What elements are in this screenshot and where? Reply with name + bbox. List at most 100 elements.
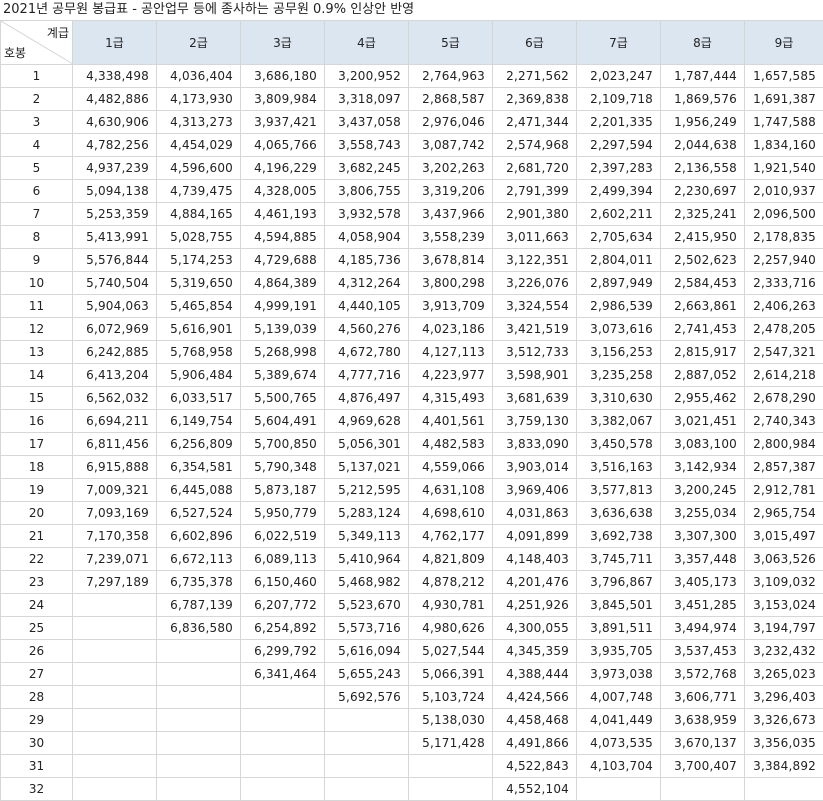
- salary-cell: 5,212,595: [325, 479, 409, 502]
- salary-cell: 4,884,165: [157, 203, 241, 226]
- empty-cell: [73, 778, 157, 801]
- table-row: 227,239,0716,672,1136,089,1135,410,9644,…: [1, 548, 823, 571]
- salary-cell: 2,201,335: [577, 111, 661, 134]
- step-cell: 7: [1, 203, 73, 226]
- empty-cell: [157, 709, 241, 732]
- salary-cell: 4,698,610: [409, 502, 493, 525]
- salary-cell: 3,356,035: [745, 732, 823, 755]
- salary-cell: 4,596,600: [157, 157, 241, 180]
- salary-cell: 2,868,587: [409, 88, 493, 111]
- salary-cell: 3,891,511: [577, 617, 661, 640]
- salary-cell: 5,468,982: [325, 571, 409, 594]
- salary-cell: 5,790,348: [241, 456, 325, 479]
- table-row: 146,413,2045,906,4845,389,6744,777,7164,…: [1, 364, 823, 387]
- salary-cell: 3,142,934: [661, 456, 745, 479]
- salary-cell: 4,864,389: [241, 272, 325, 295]
- salary-cell: 4,251,926: [493, 594, 577, 617]
- salary-cell: 4,073,535: [577, 732, 661, 755]
- empty-cell: [157, 663, 241, 686]
- salary-cell: 6,256,809: [157, 433, 241, 456]
- salary-cell: 4,036,404: [157, 65, 241, 88]
- salary-cell: 2,857,387: [745, 456, 823, 479]
- salary-cell: 7,297,189: [73, 571, 157, 594]
- salary-cell: 2,044,638: [661, 134, 745, 157]
- salary-cell: 5,500,765: [241, 387, 325, 410]
- step-cell: 5: [1, 157, 73, 180]
- empty-cell: [325, 778, 409, 801]
- salary-cell: 2,178,835: [745, 226, 823, 249]
- salary-cell: 4,007,748: [577, 686, 661, 709]
- table-row: 295,138,0304,458,4684,041,4493,638,9593,…: [1, 709, 823, 732]
- empty-cell: [661, 778, 745, 801]
- salary-cell: 3,384,892: [745, 755, 823, 778]
- empty-cell: [241, 709, 325, 732]
- step-cell: 2: [1, 88, 73, 111]
- salary-cell: 2,499,394: [577, 180, 661, 203]
- salary-cell: 3,937,421: [241, 111, 325, 134]
- salary-cell: 5,655,243: [325, 663, 409, 686]
- salary-cell: 6,787,139: [157, 594, 241, 617]
- corner-header: 계급 호봉: [1, 21, 73, 65]
- salary-cell: 6,445,088: [157, 479, 241, 502]
- salary-cell: 6,150,460: [241, 571, 325, 594]
- salary-cell: 4,127,113: [409, 341, 493, 364]
- salary-cell: 5,465,854: [157, 295, 241, 318]
- salary-cell: 4,937,239: [73, 157, 157, 180]
- salary-cell: 1,747,588: [745, 111, 823, 134]
- salary-cell: 3,307,300: [661, 525, 745, 548]
- salary-cell: 2,406,263: [745, 295, 823, 318]
- salary-cell: 1,956,249: [661, 111, 745, 134]
- step-cell: 25: [1, 617, 73, 640]
- salary-cell: 6,254,892: [241, 617, 325, 640]
- empty-cell: [73, 686, 157, 709]
- salary-cell: 3,265,023: [745, 663, 823, 686]
- salary-cell: 2,010,937: [745, 180, 823, 203]
- salary-cell: 1,657,585: [745, 65, 823, 88]
- step-cell: 1: [1, 65, 73, 88]
- salary-cell: 3,833,090: [493, 433, 577, 456]
- salary-cell: 5,616,901: [157, 318, 241, 341]
- step-cell: 4: [1, 134, 73, 157]
- salary-cell: 2,663,861: [661, 295, 745, 318]
- salary-cell: 6,602,896: [157, 525, 241, 548]
- table-row: 65,094,1384,739,4754,328,0053,806,7553,3…: [1, 180, 823, 203]
- table-row: 207,093,1696,527,5245,950,7795,283,1244,…: [1, 502, 823, 525]
- empty-cell: [241, 778, 325, 801]
- salary-cell: 3,255,034: [661, 502, 745, 525]
- salary-cell: 3,194,797: [745, 617, 823, 640]
- salary-cell: 4,454,029: [157, 134, 241, 157]
- salary-cell: 2,415,950: [661, 226, 745, 249]
- salary-cell: 6,022,519: [241, 525, 325, 548]
- salary-cell: 3,903,014: [493, 456, 577, 479]
- salary-cell: 5,349,113: [325, 525, 409, 548]
- header-row: 계급 호봉 1급2급3급4급5급6급7급8급9급: [1, 21, 823, 65]
- salary-cell: 4,560,276: [325, 318, 409, 341]
- salary-cell: 2,602,211: [577, 203, 661, 226]
- salary-cell: 3,572,768: [661, 663, 745, 686]
- salary-cell: 2,764,963: [409, 65, 493, 88]
- salary-cell: 5,523,670: [325, 594, 409, 617]
- salary-cell: 5,139,039: [241, 318, 325, 341]
- salary-cell: 3,796,867: [577, 571, 661, 594]
- salary-cell: 3,682,245: [325, 157, 409, 180]
- salary-cell: 5,700,850: [241, 433, 325, 456]
- salary-cell: 2,804,011: [577, 249, 661, 272]
- salary-cell: 3,202,263: [409, 157, 493, 180]
- salary-cell: 7,239,071: [73, 548, 157, 571]
- empty-cell: [241, 755, 325, 778]
- step-cell: 26: [1, 640, 73, 663]
- salary-cell: 4,196,229: [241, 157, 325, 180]
- salary-cell: 1,869,576: [661, 88, 745, 111]
- salary-cell: 5,692,576: [325, 686, 409, 709]
- salary-cell: 3,437,058: [325, 111, 409, 134]
- salary-cell: 3,319,206: [409, 180, 493, 203]
- empty-cell: [577, 778, 661, 801]
- salary-cell: 2,397,283: [577, 157, 661, 180]
- salary-cell: 6,811,456: [73, 433, 157, 456]
- salary-cell: 4,522,843: [493, 755, 577, 778]
- salary-cell: 3,577,813: [577, 479, 661, 502]
- salary-cell: 4,739,475: [157, 180, 241, 203]
- salary-cell: 5,576,844: [73, 249, 157, 272]
- salary-cell: 5,066,391: [409, 663, 493, 686]
- salary-cell: 5,094,138: [73, 180, 157, 203]
